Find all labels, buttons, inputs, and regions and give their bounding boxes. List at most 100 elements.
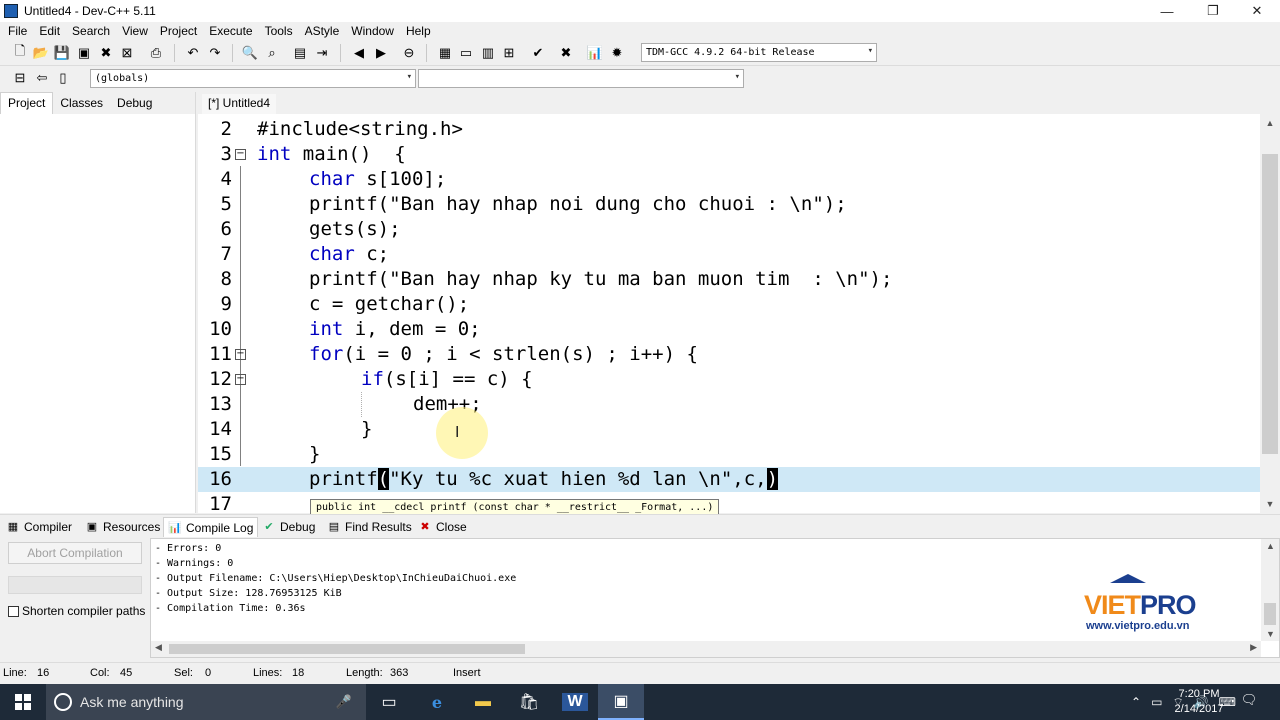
fold-toggle-icon[interactable]: −	[235, 374, 246, 385]
checkbox-box[interactable]	[8, 605, 19, 617]
tab-compiler[interactable]: ▦ Compiler	[6, 517, 72, 537]
menu-edit[interactable]: Edit	[33, 24, 66, 38]
menu-project[interactable]: Project	[154, 24, 203, 38]
close-all-icon[interactable]: ⊠	[118, 44, 136, 62]
layout-icon[interactable]: ⊞	[500, 44, 518, 62]
tab-close[interactable]: ✖ Close	[418, 517, 466, 537]
redo-icon[interactable]: ↷	[206, 44, 224, 62]
brace-match-open: (	[377, 468, 390, 490]
line-number: 3	[220, 143, 232, 165]
compiler-select[interactable]: TDM-GCC 4.9.2 64-bit Release ▾	[641, 43, 877, 62]
scroll-thumb[interactable]	[1264, 603, 1276, 625]
scroll-thumb[interactable]	[169, 644, 525, 654]
code-line: 7 char c;	[198, 242, 1260, 267]
editor-vertical-scrollbar[interactable]: ▲ ▼	[1260, 114, 1280, 513]
status-length-value: 363	[390, 667, 409, 679]
menu-tools[interactable]: Tools	[259, 24, 299, 38]
class-browser-icon[interactable]: ▥	[479, 44, 497, 62]
mouse-highlight	[436, 407, 488, 459]
undo-icon[interactable]: ↶	[184, 44, 202, 62]
code-editor[interactable]: 2 #include<string.h> 3 − int main() { 4 …	[198, 114, 1260, 513]
edge-browser-icon[interactable]: e	[414, 684, 460, 720]
bookmark-icon[interactable]: ▯	[54, 69, 72, 87]
minimize-button[interactable]: —	[1144, 0, 1190, 22]
save-all-icon[interactable]: ▣	[75, 44, 93, 62]
print-icon[interactable]: ⎙	[147, 44, 165, 62]
keyword: for	[309, 343, 344, 365]
replace-icon[interactable]: ⌕	[263, 44, 281, 62]
insert-icon[interactable]: ⊟	[11, 69, 29, 87]
code-text: printf("Ky tu %c xuat hien %d lan \n",c,…	[309, 467, 779, 492]
tab-project[interactable]: Project	[0, 92, 54, 114]
profile-icon[interactable]: 📊	[586, 44, 604, 62]
scroll-up-icon[interactable]: ▲	[1260, 114, 1280, 132]
code-text: for(i = 0 ; i < strlen(s) ; i++) {	[309, 342, 698, 367]
menu-search[interactable]: Search	[66, 24, 116, 38]
new-project-icon[interactable]: ▦	[436, 44, 454, 62]
project-options-icon[interactable]: ▭	[457, 44, 475, 62]
taskbar-clock[interactable]: 7:20 PM 2/14/2017	[1164, 687, 1234, 717]
tab-compile-log-label: Compile Log	[186, 520, 254, 535]
debug-icon[interactable]: ✹	[608, 44, 626, 62]
tray-chevron-up-icon[interactable]: ⌃	[1131, 695, 1141, 709]
tab-untitled4[interactable]: [*] Untitled4	[202, 94, 277, 114]
cortana-search-box[interactable]: Ask me anything 🎤	[46, 684, 366, 720]
close-file-icon[interactable]: ✖	[97, 44, 115, 62]
syntax-check-icon[interactable]: ✔	[529, 44, 547, 62]
menu-view[interactable]: View	[116, 24, 154, 38]
toggle-bookmark-icon[interactable]: ⊖	[400, 44, 418, 62]
goto-icon[interactable]: ⇦	[33, 69, 51, 87]
log-horizontal-scrollbar[interactable]: ◀ ▶	[151, 641, 1261, 657]
abort-compilation-button[interactable]: Abort Compilation	[8, 542, 142, 564]
file-explorer-icon[interactable]: ▬	[460, 684, 506, 720]
store-icon[interactable]: 🛍	[506, 684, 552, 720]
scroll-thumb[interactable]	[1262, 154, 1278, 454]
restore-button[interactable]: ❐	[1190, 0, 1236, 22]
scroll-right-icon[interactable]: ▶	[1250, 642, 1257, 653]
new-file-icon[interactable]: 🗋	[11, 43, 29, 62]
scroll-down-icon[interactable]: ▼	[1266, 629, 1275, 639]
code-line: 2 #include<string.h>	[198, 117, 1260, 142]
fold-toggle-icon[interactable]: −	[235, 149, 246, 160]
scope-select[interactable]: (globals) ▾	[90, 69, 416, 88]
tab-classes[interactable]: Classes	[53, 93, 110, 114]
word-icon[interactable]: W	[552, 684, 598, 720]
tab-debug-bottom[interactable]: ✔ Debug	[262, 517, 315, 537]
fold-toggle-icon[interactable]: −	[235, 349, 246, 360]
function-select[interactable]: ▾	[418, 69, 744, 88]
microphone-icon[interactable]: 🎤	[336, 694, 352, 710]
save-icon[interactable]: 💾	[53, 44, 71, 62]
scroll-down-icon[interactable]: ▼	[1260, 495, 1280, 513]
check-icon: ✔	[264, 521, 274, 533]
find-icon[interactable]: 🔍	[241, 44, 259, 62]
status-bar: Line: 16 Col: 45 Sel: 0 Lines: 18 Length…	[0, 662, 1280, 684]
compiler-controls: Abort Compilation Shorten compiler paths	[0, 538, 150, 658]
task-view-icon[interactable]: ▭	[366, 684, 412, 720]
goto-line-icon[interactable]: ⇥	[313, 44, 331, 62]
tab-find-results[interactable]: ▤ Find Results	[327, 517, 412, 537]
scroll-up-icon[interactable]: ▲	[1266, 541, 1275, 551]
menu-file[interactable]: File	[2, 24, 33, 38]
log-line: - Compilation Time: 0.36s	[155, 603, 306, 614]
start-button[interactable]	[0, 684, 46, 720]
shorten-paths-checkbox[interactable]: Shorten compiler paths	[8, 604, 145, 618]
stop-execution-icon[interactable]: ✖	[557, 44, 575, 62]
devcpp-taskbar-icon[interactable]: ▣	[598, 684, 644, 720]
scroll-left-icon[interactable]: ◀	[155, 642, 162, 653]
menu-astyle[interactable]: AStyle	[299, 24, 346, 38]
indent-left-icon[interactable]: ◀	[350, 44, 368, 62]
tab-debug[interactable]: Debug	[110, 93, 159, 114]
notification-center-icon[interactable]: 🗨	[1238, 692, 1260, 712]
tab-compile-log[interactable]: 📊 Compile Log	[163, 517, 259, 537]
indent-right-icon[interactable]: ▶	[372, 44, 390, 62]
tab-resources[interactable]: ▣ Resources	[85, 517, 161, 537]
open-file-icon[interactable]: 📂	[32, 44, 50, 62]
keyword: char	[309, 243, 355, 265]
close-window-button[interactable]: ✕	[1234, 0, 1280, 22]
menu-help[interactable]: Help	[400, 24, 437, 38]
menu-window[interactable]: Window	[345, 24, 400, 38]
log-vertical-scrollbar[interactable]: ▲ ▼	[1261, 539, 1279, 641]
battery-icon[interactable]: ▭	[1151, 695, 1162, 709]
find-next-icon[interactable]: ▤	[291, 44, 309, 62]
menu-execute[interactable]: Execute	[203, 24, 258, 38]
